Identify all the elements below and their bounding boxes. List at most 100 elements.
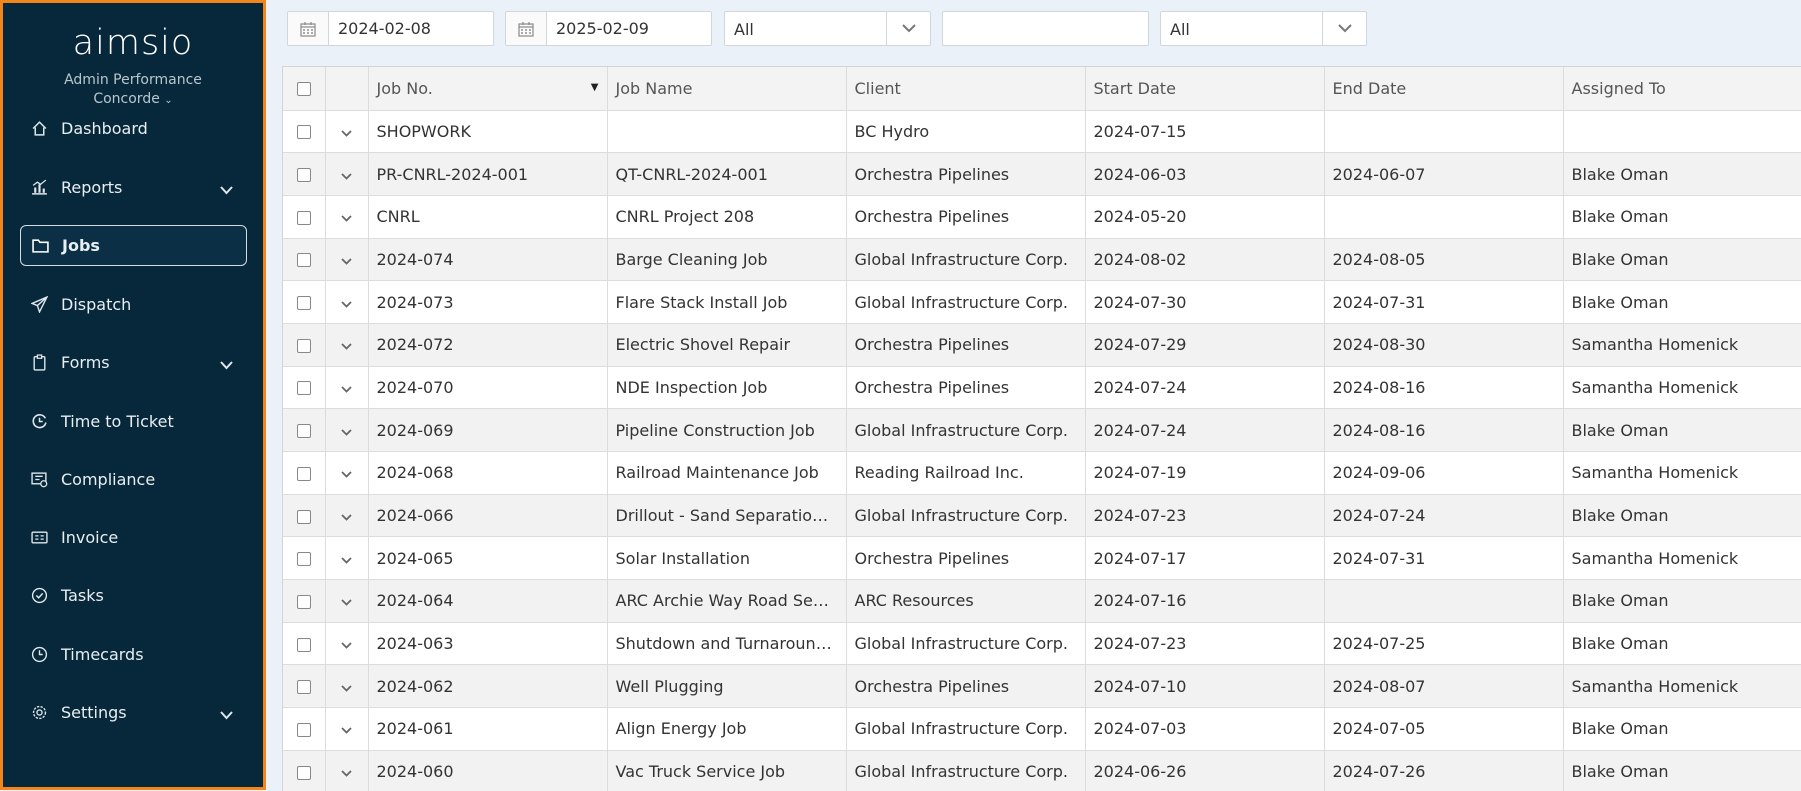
table-row[interactable]: SHOPWORK BC Hydro 2024-07-15 bbox=[283, 110, 1801, 154]
table-row[interactable]: 2024-062 Well Plugging Orchestra Pipelines… bbox=[283, 664, 1801, 709]
sidebar-item-settings[interactable]: Settings bbox=[20, 692, 247, 733]
chevron-down-icon[interactable] bbox=[341, 506, 352, 525]
row-expand-cell[interactable] bbox=[325, 408, 369, 452]
row-expand-cell[interactable] bbox=[325, 622, 369, 666]
table-row[interactable]: 2024-073 Flare Stack Install Job Global In… bbox=[283, 280, 1801, 324]
row-expand-cell[interactable] bbox=[325, 152, 369, 196]
row-checkbox-cell[interactable] bbox=[283, 622, 326, 666]
row-checkbox-cell[interactable] bbox=[283, 152, 326, 196]
table-row[interactable]: 2024-066 Drillout - Sand Separation Job Gl… bbox=[283, 494, 1801, 538]
filter-select-2[interactable]: All bbox=[1160, 11, 1367, 46]
row-checkbox[interactable] bbox=[296, 509, 311, 524]
row-expand-cell[interactable] bbox=[325, 707, 369, 751]
chevron-down-icon[interactable] bbox=[220, 355, 233, 374]
chevron-down-icon[interactable] bbox=[341, 634, 352, 653]
sidebar-item-forms[interactable]: Forms bbox=[20, 342, 247, 383]
row-expand-cell[interactable] bbox=[325, 110, 369, 154]
column-header-assigned-to[interactable]: Assigned To bbox=[1563, 67, 1801, 111]
row-checkbox[interactable] bbox=[296, 210, 311, 225]
table-row[interactable]: PR-CNRL-2024-001 QT-CNRL-2024-001 Orchestr… bbox=[283, 152, 1801, 196]
table-row[interactable]: 2024-065 Solar Installation Orchestra Pipe… bbox=[283, 536, 1801, 581]
row-checkbox-cell[interactable] bbox=[283, 110, 326, 154]
sidebar-item-dispatch[interactable]: Dispatch bbox=[20, 284, 247, 325]
row-expand-cell[interactable] bbox=[325, 366, 369, 410]
row-checkbox[interactable] bbox=[296, 765, 311, 780]
table-row[interactable]: 2024-070 NDE Inspection Job Orchestra Pipe… bbox=[283, 366, 1801, 410]
sidebar-item-tasks[interactable]: Tasks bbox=[20, 575, 247, 616]
table-row[interactable]: 2024-069 Pipeline Construction Job Global … bbox=[283, 408, 1801, 452]
row-checkbox-cell[interactable] bbox=[283, 494, 326, 538]
chevron-down-icon[interactable] bbox=[341, 677, 352, 696]
row-checkbox[interactable] bbox=[296, 594, 311, 609]
row-checkbox[interactable] bbox=[296, 338, 311, 353]
row-checkbox[interactable] bbox=[296, 296, 311, 311]
row-checkbox[interactable] bbox=[296, 722, 311, 737]
row-checkbox[interactable] bbox=[296, 168, 311, 183]
row-checkbox-cell[interactable] bbox=[283, 750, 326, 791]
column-header-start-date[interactable]: Start Date bbox=[1085, 67, 1325, 111]
sort-desc-icon[interactable]: ▼ bbox=[591, 82, 599, 93]
org-switcher[interactable]: Admin Performance Concorde ⌄ bbox=[3, 71, 263, 110]
sidebar-item-timecards[interactable]: Timecards bbox=[20, 634, 247, 675]
chevron-down-icon[interactable] bbox=[341, 762, 352, 781]
row-expand-cell[interactable] bbox=[325, 238, 369, 282]
chevron-down-icon[interactable] bbox=[341, 378, 352, 397]
sidebar-item-compliance[interactable]: Compliance bbox=[20, 459, 247, 500]
row-expand-cell[interactable] bbox=[325, 323, 369, 367]
start-date-field[interactable]: 2024-02-08 bbox=[287, 11, 494, 46]
sidebar-item-dashboard[interactable]: Dashboard bbox=[20, 108, 247, 149]
row-checkbox-cell[interactable] bbox=[283, 579, 326, 623]
calendar-icon[interactable] bbox=[506, 12, 547, 45]
chevron-down-icon[interactable] bbox=[341, 207, 352, 226]
chevron-down-icon[interactable] bbox=[341, 250, 352, 269]
select-all-checkbox[interactable] bbox=[296, 82, 311, 97]
end-date-field[interactable]: 2025-02-09 bbox=[505, 11, 712, 46]
table-row[interactable]: 2024-061 Align Energy Job Global Infrastru… bbox=[283, 707, 1801, 751]
chevron-down-icon[interactable] bbox=[341, 122, 352, 141]
filter-select-1[interactable]: All bbox=[724, 11, 931, 46]
chevron-down-icon[interactable] bbox=[886, 12, 930, 45]
row-checkbox-cell[interactable] bbox=[283, 536, 326, 581]
row-checkbox-cell[interactable] bbox=[283, 408, 326, 452]
sidebar-item-jobs[interactable]: Jobs bbox=[20, 225, 247, 266]
select-all-checkbox-cell[interactable] bbox=[283, 67, 326, 111]
row-checkbox[interactable] bbox=[296, 424, 311, 439]
table-row[interactable]: 2024-063 Shutdown and Turnaround Job Globa… bbox=[283, 622, 1801, 666]
chevron-down-icon[interactable] bbox=[341, 719, 352, 738]
table-row[interactable]: 2024-072 Electric Shovel Repair Orchestra … bbox=[283, 323, 1801, 367]
row-expand-cell[interactable] bbox=[325, 195, 369, 239]
row-expand-cell[interactable] bbox=[325, 536, 369, 581]
row-expand-cell[interactable] bbox=[325, 750, 369, 791]
table-row[interactable]: 2024-074 Barge Cleaning Job Global Infrast… bbox=[283, 238, 1801, 282]
row-checkbox-cell[interactable] bbox=[283, 366, 326, 410]
chevron-down-icon[interactable] bbox=[341, 421, 352, 440]
chevron-down-icon[interactable] bbox=[220, 705, 233, 724]
row-expand-cell[interactable] bbox=[325, 579, 369, 623]
row-checkbox[interactable] bbox=[296, 552, 311, 567]
row-checkbox[interactable] bbox=[296, 680, 311, 695]
row-checkbox[interactable] bbox=[296, 125, 311, 140]
table-row[interactable]: 2024-064 ARC Archie Way Road Security ARC … bbox=[283, 579, 1801, 623]
filter-text-input[interactable] bbox=[942, 11, 1149, 46]
table-row[interactable]: 2024-060 Vac Truck Service Job Global Infr… bbox=[283, 750, 1801, 791]
row-checkbox-cell[interactable] bbox=[283, 238, 326, 282]
calendar-icon[interactable] bbox=[288, 12, 329, 45]
row-checkbox-cell[interactable] bbox=[283, 664, 326, 709]
chevron-down-icon[interactable] bbox=[341, 165, 352, 184]
sidebar-item-reports[interactable]: Reports bbox=[20, 167, 247, 208]
row-checkbox-cell[interactable] bbox=[283, 195, 326, 239]
row-expand-cell[interactable] bbox=[325, 664, 369, 709]
row-expand-cell[interactable] bbox=[325, 280, 369, 324]
table-row[interactable]: CNRL CNRL Project 208 Orchestra Pipelines 2… bbox=[283, 195, 1801, 239]
sidebar-item-time-to-ticket[interactable]: Time to Ticket bbox=[20, 401, 247, 442]
row-checkbox-cell[interactable] bbox=[283, 451, 326, 495]
row-checkbox-cell[interactable] bbox=[283, 280, 326, 324]
chevron-down-icon[interactable] bbox=[1322, 12, 1366, 45]
chevron-down-icon[interactable] bbox=[341, 463, 352, 482]
row-expand-cell[interactable] bbox=[325, 494, 369, 538]
row-checkbox[interactable] bbox=[296, 637, 311, 652]
chevron-down-icon[interactable] bbox=[341, 591, 352, 610]
table-row[interactable]: 2024-068 Railroad Maintenance Job Reading … bbox=[283, 451, 1801, 495]
chevron-down-icon[interactable] bbox=[341, 549, 352, 568]
chevron-down-icon[interactable] bbox=[341, 293, 352, 312]
